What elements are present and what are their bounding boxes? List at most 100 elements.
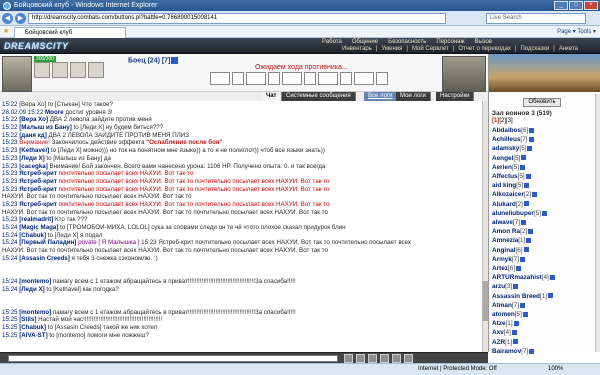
player-item[interactable]: Artez[6]: [492, 264, 596, 273]
message-time[interactable]: 15:22: [2, 132, 17, 139]
message-time[interactable]: 15:23: [2, 139, 17, 146]
search-input[interactable]: Live Search: [486, 13, 586, 24]
player-nick[interactable]: Artez: [492, 265, 508, 272]
message-time[interactable]: 15:23: [2, 178, 17, 185]
player-nick[interactable]: Achilleus: [492, 136, 520, 143]
player-nick[interactable]: Aerien: [492, 164, 512, 171]
player-nick[interactable]: Amnezia: [492, 237, 518, 244]
favorites-star-icon[interactable]: ★: [3, 27, 9, 35]
menu-profile[interactable]: Анкета: [559, 46, 578, 52]
attack-cell[interactable]: [210, 72, 230, 85]
player-avatar[interactable]: [2, 56, 32, 92]
message-nick[interactable]: [Kethavel]: [19, 147, 49, 154]
message-nick[interactable]: [realmadrit]: [19, 216, 53, 223]
player-item[interactable]: Affectus[5]: [492, 172, 596, 181]
message-time[interactable]: 15:24: [2, 278, 17, 285]
player-info-icon[interactable]: [520, 256, 526, 262]
attack-cell[interactable]: [246, 72, 266, 85]
message-nick[interactable]: [Chabuk]: [19, 232, 46, 239]
back-icon[interactable]: ◀: [2, 13, 13, 24]
player-nick[interactable]: Alukard: [492, 201, 516, 208]
refresh-button[interactable]: Обновить: [523, 98, 561, 107]
message-nick[interactable]: Ястреб-крит: [19, 170, 57, 177]
info-icon[interactable]: [171, 57, 179, 64]
player-item[interactable]: Anginal[6]: [492, 246, 596, 255]
tab-my-logs[interactable]: Мои логи: [396, 92, 431, 101]
player-info-icon[interactable]: [521, 155, 527, 161]
message-nick[interactable]: [Вера Хо]: [19, 116, 48, 123]
message-nick[interactable]: [Леди Х]: [19, 155, 44, 162]
player-item[interactable]: Atman[7]: [492, 301, 596, 310]
player-info-icon[interactable]: [526, 238, 532, 244]
message-time[interactable]: 15:25: [2, 324, 17, 331]
item-slot[interactable]: [70, 62, 86, 78]
player-item[interactable]: Assassin Breed[1]: [492, 292, 596, 301]
player-nick[interactable]: AZR: [492, 339, 505, 346]
player-nick[interactable]: Atze: [492, 320, 506, 327]
player-info-icon[interactable]: [527, 146, 533, 152]
player-info-icon[interactable]: [525, 173, 531, 179]
message-time[interactable]: 15:24: [2, 224, 17, 231]
player-item[interactable]: aid king[5]: [492, 181, 596, 190]
message-nick[interactable]: [Первый Паладин]: [19, 239, 76, 246]
player-nick[interactable]: aluneliubuper: [492, 210, 534, 217]
message-time[interactable]: 15:23: [2, 201, 17, 208]
menu-work[interactable]: Работа: [322, 39, 342, 45]
message-time[interactable]: 15:23: [2, 147, 17, 154]
player-nick[interactable]: arzu: [492, 283, 505, 290]
player-nick[interactable]: Abdalbos: [492, 127, 521, 134]
attack-cell[interactable]: [376, 72, 388, 85]
message-time[interactable]: 15:23: [2, 155, 17, 162]
player-item[interactable]: adamsky[5]: [492, 144, 596, 153]
close-icon[interactable]: ×: [584, 1, 598, 10]
player-nick[interactable]: Atman: [492, 302, 512, 309]
message-nick[interactable]: Moore: [45, 109, 64, 116]
player-nick[interactable]: Amon Ra: [492, 228, 520, 235]
attack-cell[interactable]: [340, 72, 352, 85]
message-nick[interactable]: [Assasin Creeds]: [19, 255, 70, 262]
player-item[interactable]: Amon Ra[2]: [492, 227, 596, 236]
player-info-icon[interactable]: [529, 348, 535, 354]
private-label[interactable]: private [ Я Малышка ]: [76, 239, 139, 246]
player-nick[interactable]: ARTURmazahist: [492, 274, 542, 281]
player-item[interactable]: Amnezia[1]: [492, 236, 596, 245]
player-item[interactable]: Alukard[2]: [492, 200, 596, 209]
player-item[interactable]: AZR[1]: [492, 338, 596, 347]
player-info-icon[interactable]: [528, 229, 534, 235]
filter-icon[interactable]: [392, 354, 401, 363]
player-item[interactable]: aluneliubuper[5]: [492, 209, 596, 218]
player-nick[interactable]: aid king: [492, 182, 516, 189]
player-nick[interactable]: Anginal: [492, 247, 515, 254]
item-slot[interactable]: [88, 62, 104, 78]
browser-tab[interactable]: Бойцовский клуб: [14, 27, 126, 38]
message-time[interactable]: 15:24: [2, 286, 17, 293]
player-info-icon[interactable]: [528, 137, 534, 143]
message-nick[interactable]: [Малыш из Бану]: [19, 124, 72, 131]
player-item[interactable]: Aengel[5]: [492, 154, 596, 163]
sound-icon[interactable]: [404, 354, 413, 363]
player-item[interactable]: Atze[1]: [492, 319, 596, 328]
player-info-icon[interactable]: [513, 284, 519, 290]
player-item[interactable]: Abdalbos[6]: [492, 126, 596, 135]
player-info-icon[interactable]: [542, 210, 548, 216]
player-info-icon[interactable]: [516, 265, 522, 271]
player-item[interactable]: arzu[3]: [492, 282, 596, 291]
message-time[interactable]: 15:23: [2, 170, 17, 177]
player-info-icon[interactable]: [548, 293, 554, 299]
player-item[interactable]: alwave[7]: [492, 218, 596, 227]
message-time[interactable]: 15:25: [2, 316, 17, 323]
message-nick[interactable]: Ястреб-крит: [19, 186, 57, 193]
message-time[interactable]: 15:22: [2, 101, 17, 108]
message-nick[interactable]: [montemo]: [19, 309, 51, 316]
message-time[interactable]: 15:25: [2, 332, 17, 339]
message-time[interactable]: 15:22: [2, 116, 17, 123]
message-time[interactable]: 15:24: [2, 255, 17, 262]
player-item[interactable]: Alkozaicer[2]: [492, 190, 596, 199]
player-nick[interactable]: atomen: [492, 311, 515, 318]
player-info-icon[interactable]: [520, 302, 525, 308]
tab-all-logs[interactable]: Все логи: [364, 92, 398, 101]
menu-servlet[interactable]: Мой Сервлет: [412, 46, 449, 52]
player-nick[interactable]: alwave: [492, 219, 513, 226]
player-nick[interactable]: Armyk: [492, 256, 512, 263]
player-item[interactable]: atomen[5]: [492, 310, 596, 319]
